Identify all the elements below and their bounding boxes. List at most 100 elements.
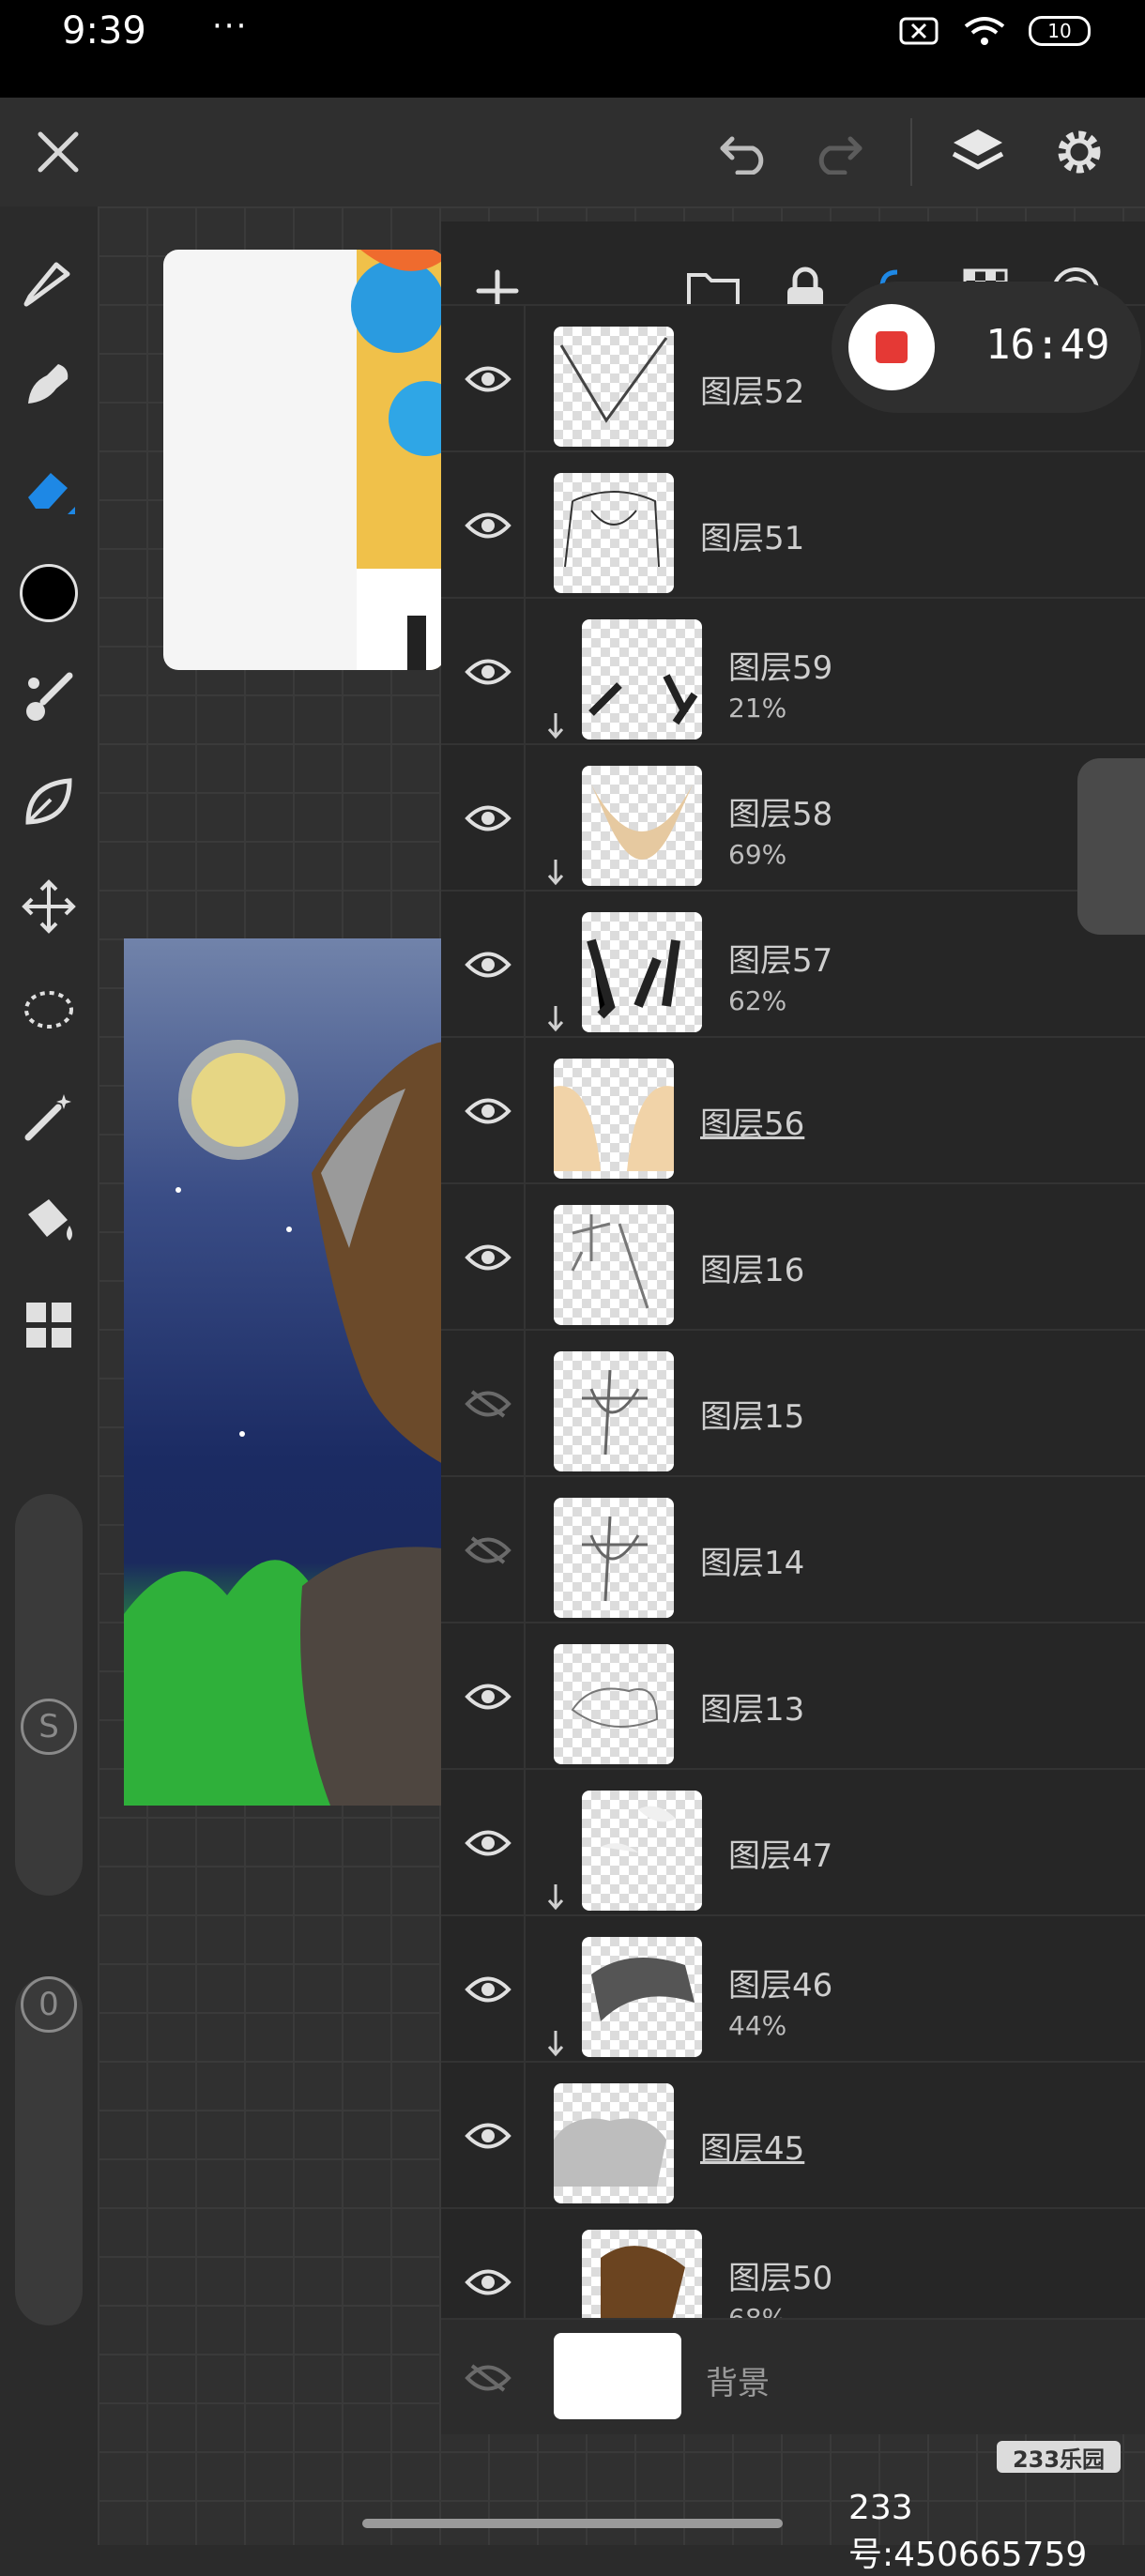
layer-visibility-toggle[interactable] [460, 1815, 516, 1871]
fill-tool[interactable] [17, 1188, 81, 1252]
wifi-icon [964, 17, 1005, 45]
layer-name: 图层59 [728, 649, 833, 687]
clipping-arrow-icon [544, 1882, 567, 1916]
panel-side-handle[interactable] [1077, 758, 1145, 935]
layer-row[interactable]: 图层46 44% [441, 1914, 1145, 2063]
transform-tool[interactable] [17, 875, 81, 938]
layer-thumbnail [554, 1498, 674, 1618]
layer-visibility-toggle[interactable] [460, 1522, 516, 1578]
close-icon [38, 131, 79, 173]
layer-opacity: 21% [728, 693, 787, 724]
pen-icon [23, 262, 70, 307]
layer-row[interactable]: 图层45 [441, 2061, 1145, 2209]
eye-icon [465, 366, 511, 392]
current-color-swatch [20, 564, 78, 622]
layer-visibility-toggle[interactable] [460, 2254, 516, 2310]
screen-recording-widget[interactable]: 16:49 [832, 282, 1141, 413]
layer-thumbnail [554, 1205, 674, 1325]
layer-row[interactable]: 图层51 [441, 450, 1145, 599]
row-separator [524, 1038, 526, 1184]
lasso-tool[interactable] [17, 980, 81, 1044]
more-tools[interactable] [17, 1293, 81, 1357]
liquify-tool[interactable] [17, 770, 81, 833]
layer-thumbnail [582, 1937, 702, 2057]
toolbar-divider [910, 118, 912, 186]
night-scene-image [124, 1040, 443, 1806]
layer-name: 图层15 [700, 1398, 805, 1436]
layer-thumbnail [582, 1791, 702, 1911]
layer-visibility-toggle[interactable] [460, 1376, 516, 1432]
clipping-arrow-icon [544, 2029, 567, 2063]
smudge-tool[interactable] [17, 351, 81, 415]
background-layer-row[interactable]: 背景 [441, 2318, 1145, 2434]
layer-name: 图层16 [700, 1252, 805, 1289]
layer-thumbnail [582, 619, 702, 739]
layer-visibility-toggle[interactable] [460, 1229, 516, 1286]
reference-image[interactable] [163, 250, 445, 670]
background-layer-name: 背景 [706, 2365, 770, 2402]
layer-thumbnail-art [559, 337, 668, 423]
opacity-slider[interactable]: 0 [15, 1976, 83, 2325]
layer-name: 图层50 [728, 2260, 833, 2297]
layer-row[interactable]: 图层57 62% [441, 890, 1145, 1038]
paint-bucket-icon [28, 1199, 72, 1241]
magic-wand-tool[interactable] [17, 1085, 81, 1149]
layer-visibility-toggle[interactable] [460, 2350, 516, 2406]
layer-row[interactable]: 图层14 [441, 1475, 1145, 1623]
eraser-icon [28, 473, 75, 514]
night-scene-artwork[interactable] [124, 938, 443, 1806]
layer-row[interactable]: 图层58 69% [441, 743, 1145, 892]
layer-visibility-toggle[interactable] [460, 2108, 516, 2164]
eraser-tool[interactable] [17, 456, 81, 520]
layer-name: 图层58 [728, 796, 833, 833]
eye-icon [465, 1830, 511, 1856]
layer-visibility-toggle[interactable] [460, 1669, 516, 1725]
top-toolbar [0, 98, 1145, 206]
eye-icon [465, 1684, 511, 1710]
layers-button[interactable] [948, 122, 1008, 182]
layer-name: 图层14 [700, 1545, 805, 1582]
smudge-icon [28, 364, 69, 404]
layer-row[interactable]: 图层47 [441, 1768, 1145, 1916]
layer-thumbnail [554, 473, 674, 593]
magic-wand-icon [24, 1094, 71, 1141]
layer-row[interactable]: 图层56 [441, 1036, 1145, 1184]
layer-visibility-toggle[interactable] [460, 497, 516, 554]
layer-visibility-toggle[interactable] [460, 790, 516, 846]
pen-tool[interactable] [17, 250, 81, 313]
layer-row[interactable]: 图层16 [441, 1182, 1145, 1331]
layer-row[interactable]: 图层13 [441, 1622, 1145, 1770]
layer-thumbnail [582, 766, 702, 886]
layer-row[interactable]: 图层15 [441, 1329, 1145, 1477]
undo-button[interactable] [715, 122, 775, 182]
layer-visibility-toggle[interactable] [460, 937, 516, 993]
layer-opacity: 69% [728, 839, 787, 870]
close-button[interactable] [28, 122, 88, 182]
layer-row[interactable]: 图层59 21% [441, 597, 1145, 745]
row-separator [524, 1331, 526, 1477]
home-indicator[interactable] [362, 2519, 783, 2528]
eye-icon [465, 659, 511, 685]
color-picker[interactable] [17, 561, 81, 625]
layer-opacity: 44% [728, 2010, 787, 2041]
settings-button[interactable] [1049, 122, 1109, 182]
layer-name: 图层57 [728, 942, 833, 980]
brush-tool[interactable] [17, 666, 81, 730]
layer-name: 图层46 [728, 1967, 833, 2004]
clipping-arrow-icon [544, 711, 567, 745]
layer-visibility-toggle[interactable] [460, 1083, 516, 1139]
row-separator [524, 2063, 526, 2209]
brush-size-slider[interactable]: S [15, 1494, 83, 1896]
layer-opacity: 62% [728, 985, 787, 1016]
layer-visibility-toggle[interactable] [460, 644, 516, 700]
layer-visibility-toggle[interactable] [460, 1961, 516, 2018]
stop-recording-button[interactable] [848, 304, 935, 390]
layer-visibility-toggle[interactable] [460, 351, 516, 407]
layer-thumbnail-art [588, 674, 698, 725]
watermark-id: 233号:450665759 [848, 2489, 1088, 2574]
redo-button[interactable] [807, 122, 867, 182]
layer-thumbnail-art [587, 938, 680, 1019]
row-separator [524, 1623, 526, 1770]
layer-thumbnail [554, 327, 674, 447]
layer-name: 图层56 [700, 1105, 805, 1143]
